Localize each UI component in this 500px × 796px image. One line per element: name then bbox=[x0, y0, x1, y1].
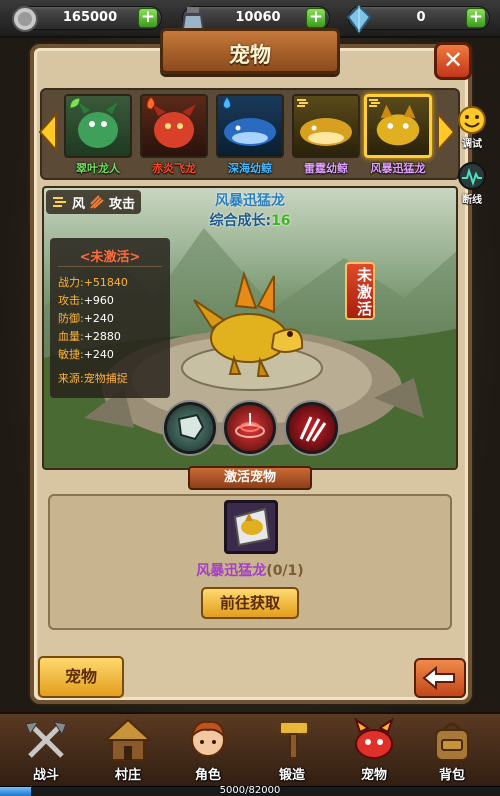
hammer-icon bbox=[279, 721, 309, 759]
fragment-count: (0/1) bbox=[266, 563, 304, 579]
smiley-icon bbox=[458, 106, 486, 134]
go-obtain-button[interactable]: 前往获取 bbox=[201, 587, 299, 619]
stat-row-defense: 防御:+240 bbox=[58, 312, 114, 325]
pet-name: 风暴迅猛龙 bbox=[370, 162, 426, 175]
pet-card-thunder-whale[interactable]: 雷霆幼鲸 bbox=[292, 94, 360, 176]
add-gem-button[interactable]: + bbox=[466, 8, 486, 28]
nav-label: 村庄 bbox=[114, 768, 141, 783]
activate-pet-header: 激活宠物 bbox=[188, 466, 312, 490]
vortex-skill-icon bbox=[235, 413, 265, 438]
skill-slot-3[interactable] bbox=[286, 402, 338, 454]
pet-card-leaf-dragonman[interactable]: 翠叶龙人 bbox=[64, 94, 132, 176]
experience-bar: 5000/82000 bbox=[0, 785, 500, 796]
pet-name: 翠叶龙人 bbox=[76, 162, 120, 175]
pet-name: 赤炎飞龙 bbox=[152, 162, 196, 175]
window-title-plaque: 宠物 bbox=[160, 28, 340, 74]
fragment-name: 风暴迅猛龙 bbox=[196, 563, 267, 579]
source-row: 来源:宠物捕捉 bbox=[58, 372, 128, 385]
pet-card-storm-raptor[interactable]: 风暴迅猛龙 bbox=[364, 94, 432, 176]
signal-icon bbox=[458, 162, 486, 190]
gem-icon bbox=[346, 4, 372, 34]
activation-state: <未激活> bbox=[50, 246, 170, 267]
red-dragon-icon bbox=[354, 717, 394, 759]
nav-label: 战斗 bbox=[32, 768, 59, 783]
hut-icon bbox=[103, 718, 153, 761]
stat-row-power: 战力:+51840 bbox=[58, 276, 128, 289]
nav-character[interactable]: 角色 bbox=[178, 716, 238, 784]
character-face-icon bbox=[190, 720, 226, 757]
back-arrow-icon bbox=[422, 665, 455, 691]
debug-button[interactable]: 调试 bbox=[452, 104, 492, 150]
fist-skill-icon bbox=[177, 413, 205, 441]
fragment-progress: 风暴迅猛龙(0/1) bbox=[120, 560, 380, 580]
stat-row-attack: 攻击:+960 bbox=[58, 294, 114, 307]
nav-label: 锻造 bbox=[278, 768, 305, 783]
fire-icon bbox=[146, 96, 156, 110]
skill-slot-1[interactable] bbox=[164, 402, 216, 454]
backpack-icon bbox=[435, 722, 469, 761]
add-gold-button[interactable]: + bbox=[138, 8, 158, 28]
stat-row-agility: 敏捷:+240 bbox=[58, 348, 114, 361]
stat-row-hp: 血量:+2880 bbox=[58, 330, 121, 343]
coin-icon bbox=[12, 6, 38, 32]
add-crystal-button[interactable]: + bbox=[306, 8, 326, 28]
growth-line: 综合成长:16 bbox=[120, 210, 380, 230]
experience-text: 5000/82000 bbox=[219, 785, 281, 796]
debug-label: 调试 bbox=[462, 139, 482, 150]
pet-name-title: 风暴迅猛龙 bbox=[215, 193, 285, 209]
disconnect-button[interactable]: 断线 bbox=[452, 160, 492, 206]
gold-value: 165000 bbox=[62, 10, 118, 25]
nav-village[interactable]: 村庄 bbox=[98, 716, 158, 784]
close-button[interactable]: ✕ bbox=[434, 42, 472, 80]
nav-backpack[interactable]: 背包 bbox=[422, 716, 482, 784]
pet-fragment-slot[interactable] bbox=[224, 500, 278, 554]
stats-panel: <未激活> 战力:+51840 攻击:+960 防御:+240 血量:+2880… bbox=[50, 238, 170, 398]
inactive-badge: 未激活 bbox=[345, 262, 375, 320]
claw-skill-icon bbox=[299, 416, 327, 442]
pet-name: 雷霆幼鲸 bbox=[304, 162, 348, 175]
crystal-counter: 10060 + bbox=[181, 6, 330, 30]
gold-counter: 165000 + bbox=[12, 6, 162, 32]
back-button[interactable] bbox=[414, 658, 466, 698]
nav-pet[interactable]: 宠物 bbox=[344, 716, 404, 784]
nav-forge[interactable]: 锻造 bbox=[262, 716, 322, 784]
nav-label: 背包 bbox=[438, 768, 465, 783]
pet-name: 深海幼鲸 bbox=[228, 162, 272, 175]
water-drop-icon bbox=[222, 96, 232, 109]
pet-card-deep-sea-whale[interactable]: 深海幼鲸 bbox=[216, 94, 284, 176]
growth-label: 综合成长: bbox=[209, 213, 272, 229]
crossed-axes-icon bbox=[25, 721, 67, 758]
gem-value: 0 bbox=[416, 10, 426, 25]
pet-fragment-icon bbox=[233, 507, 271, 547]
nav-label: 宠物 bbox=[360, 768, 387, 783]
crystal-value: 10060 bbox=[235, 10, 281, 25]
wind-icon bbox=[53, 197, 66, 207]
pet-card-fire-dragon[interactable]: 赤炎飞龙 bbox=[140, 94, 208, 176]
wind-icon bbox=[369, 99, 380, 107]
claw-attack-icon bbox=[90, 195, 104, 209]
prev-arrow-icon[interactable] bbox=[36, 110, 60, 154]
pet-tab-button[interactable]: 宠物 bbox=[38, 656, 124, 698]
window-title: 宠物 bbox=[229, 43, 271, 67]
nav-battle[interactable]: 战斗 bbox=[16, 716, 76, 784]
element-label: 风 bbox=[72, 196, 86, 212]
disconnect-label: 断线 bbox=[462, 195, 482, 206]
gem-counter: 0 + bbox=[346, 4, 490, 34]
pet-screen: 165000 + 10060 + 0 + 宠物 ✕ 翠叶龙人 赤炎飞龙 深海幼鲸… bbox=[0, 0, 500, 796]
nav-label: 角色 bbox=[194, 768, 221, 783]
wind-icon bbox=[297, 99, 308, 107]
leaf-icon bbox=[69, 97, 81, 109]
growth-value: 16 bbox=[271, 213, 291, 229]
skill-slot-2[interactable] bbox=[224, 402, 276, 454]
